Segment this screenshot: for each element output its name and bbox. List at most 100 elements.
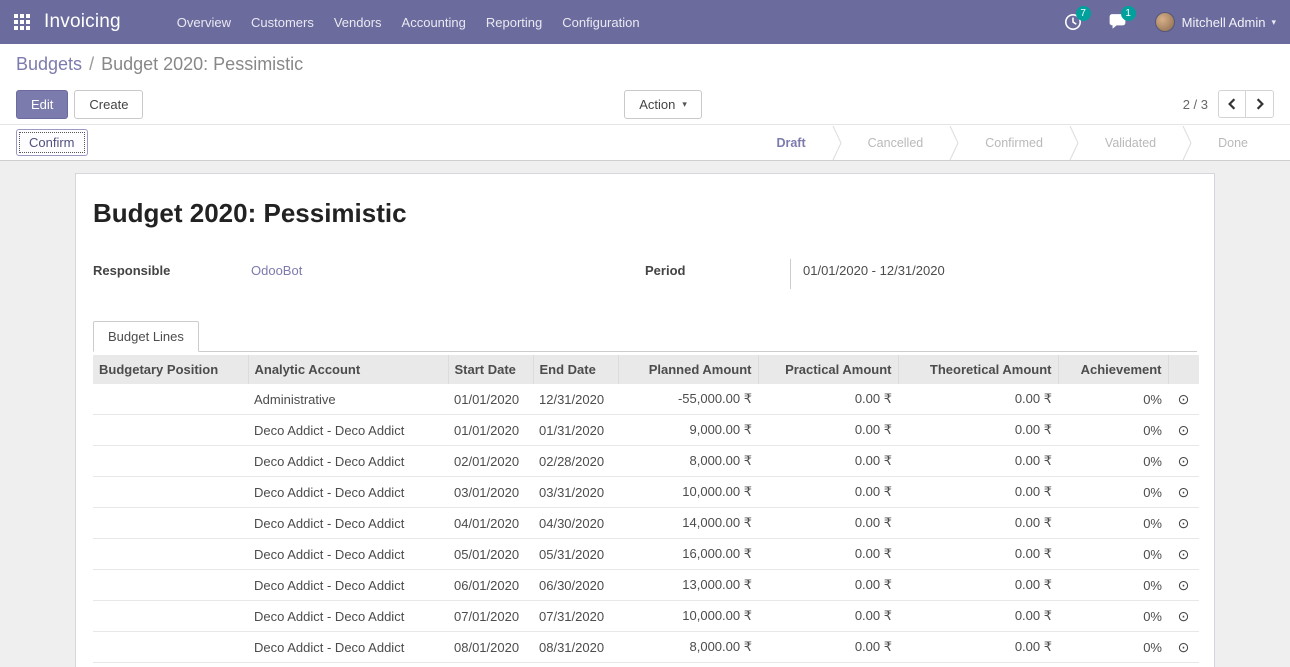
cell-end-date: 04/30/2020 <box>533 508 618 539</box>
col-header-practical-amount[interactable]: Practical Amount <box>758 355 898 384</box>
messages-menu[interactable]: 1 <box>1108 13 1127 31</box>
cell-achievement: 0% <box>1058 477 1168 508</box>
pager-value: 2 / 3 <box>1183 97 1208 112</box>
cell-budgetary-position <box>93 508 248 539</box>
budget-line-row[interactable]: Deco Addict - Deco Addict 02/01/2020 02/… <box>93 446 1199 477</box>
cell-achievement: 0% <box>1058 632 1168 663</box>
cell-theoretical-amount: 0.00 ₹ <box>898 384 1058 415</box>
cell-end-date: 07/31/2020 <box>533 601 618 632</box>
apps-grid-icon[interactable] <box>14 14 30 30</box>
cell-analytic-account: Deco Addict - Deco Addict <box>248 539 448 570</box>
cell-theoretical-amount: 0.00 ₹ <box>898 601 1058 632</box>
cell-theoretical-amount: 0.00 ₹ <box>898 415 1058 446</box>
create-button[interactable]: Create <box>74 90 143 119</box>
cell-practical-amount: 0.00 ₹ <box>758 663 898 667</box>
cell-theoretical-amount: 0.00 ₹ <box>898 508 1058 539</box>
tab-budget-lines[interactable]: Budget Lines <box>93 321 199 352</box>
statusbar: Confirm Draft Cancelled Confirmed Valida… <box>0 124 1290 161</box>
circled-dot-icon[interactable]: ⊙ <box>1168 570 1199 601</box>
nav-menus: Overview Customers Vendors Accounting Re… <box>177 15 660 30</box>
breadcrumb: Budgets / Budget 2020: Pessimistic <box>0 44 1290 84</box>
circled-dot-icon[interactable]: ⊙ <box>1168 415 1199 446</box>
cell-practical-amount: 0.00 ₹ <box>758 632 898 663</box>
nav-menu-configuration[interactable]: Configuration <box>562 15 639 30</box>
cell-achievement: 0% <box>1058 415 1168 446</box>
status-validated[interactable]: Validated <box>1079 136 1182 150</box>
col-header-planned-amount[interactable]: Planned Amount <box>618 355 758 384</box>
edit-button[interactable]: Edit <box>16 90 68 119</box>
nav-menu-reporting[interactable]: Reporting <box>486 15 542 30</box>
cell-budgetary-position <box>93 477 248 508</box>
nav-menu-vendors[interactable]: Vendors <box>334 15 382 30</box>
cell-achievement: 0% <box>1058 446 1168 477</box>
budget-line-row[interactable]: Deco Addict - Deco Addict 03/01/2020 03/… <box>93 477 1199 508</box>
cell-practical-amount: 0.00 ₹ <box>758 415 898 446</box>
status-confirmed[interactable]: Confirmed <box>959 136 1069 150</box>
cell-achievement: 0% <box>1058 508 1168 539</box>
budget-line-row[interactable]: Deco Addict - Deco Addict 06/01/2020 06/… <box>93 570 1199 601</box>
nav-menu-customers[interactable]: Customers <box>251 15 314 30</box>
budget-line-row[interactable]: Administrative 01/01/2020 12/31/2020 -55… <box>93 384 1199 415</box>
cell-start-date: 02/01/2020 <box>448 446 533 477</box>
breadcrumb-budgets-link[interactable]: Budgets <box>16 54 82 75</box>
circled-dot-icon[interactable]: ⊙ <box>1168 632 1199 663</box>
cell-planned-amount: 14,000.00 ₹ <box>618 508 758 539</box>
nav-menu-overview[interactable]: Overview <box>177 15 231 30</box>
circled-dot-icon[interactable]: ⊙ <box>1168 477 1199 508</box>
cell-analytic-account: Deco Addict - Deco Addict <box>248 508 448 539</box>
col-header-actions <box>1168 355 1199 384</box>
cell-practical-amount: 0.00 ₹ <box>758 570 898 601</box>
cell-start-date: 01/01/2020 <box>448 415 533 446</box>
cell-theoretical-amount: 0.00 ₹ <box>898 570 1058 601</box>
cell-theoretical-amount: 0.00 ₹ <box>898 539 1058 570</box>
circled-dot-icon[interactable]: ⊙ <box>1168 539 1199 570</box>
cell-practical-amount: 0.00 ₹ <box>758 477 898 508</box>
activity-menu[interactable]: 7 <box>1064 13 1082 31</box>
budget-line-row[interactable]: Deco Addict - Deco Addict 09/01/2020 09/… <box>93 663 1199 667</box>
cell-achievement: 0% <box>1058 601 1168 632</box>
pager-next-button[interactable] <box>1246 90 1274 118</box>
status-cancelled[interactable]: Cancelled <box>842 136 950 150</box>
app-name[interactable]: Invoicing <box>44 11 121 33</box>
col-header-analytic-account[interactable]: Analytic Account <box>248 355 448 384</box>
col-header-budgetary-position[interactable]: Budgetary Position <box>93 355 248 384</box>
cell-practical-amount: 0.00 ₹ <box>758 384 898 415</box>
nav-menu-accounting[interactable]: Accounting <box>402 15 466 30</box>
statusbar-states: Draft Cancelled Confirmed Validated Done <box>750 125 1274 160</box>
cell-analytic-account: Deco Addict - Deco Addict <box>248 601 448 632</box>
pager-previous-button[interactable] <box>1218 90 1246 118</box>
circled-dot-icon[interactable]: ⊙ <box>1168 446 1199 477</box>
circled-dot-icon[interactable]: ⊙ <box>1168 508 1199 539</box>
circled-dot-icon[interactable]: ⊙ <box>1168 601 1199 632</box>
cell-planned-amount: 16,000.00 ₹ <box>618 539 758 570</box>
cell-start-date: 05/01/2020 <box>448 539 533 570</box>
caret-down-icon: ▾ <box>682 99 687 110</box>
responsible-value-link[interactable]: OdooBot <box>251 259 302 278</box>
caret-down-icon: ▾ <box>1271 17 1276 28</box>
cell-end-date: 05/31/2020 <box>533 539 618 570</box>
budget-line-row[interactable]: Deco Addict - Deco Addict 05/01/2020 05/… <box>93 539 1199 570</box>
col-header-theoretical-amount[interactable]: Theoretical Amount <box>898 355 1058 384</box>
budget-line-row[interactable]: Deco Addict - Deco Addict 08/01/2020 08/… <box>93 632 1199 663</box>
cell-planned-amount: -55,000.00 ₹ <box>618 384 758 415</box>
budget-line-row[interactable]: Deco Addict - Deco Addict 04/01/2020 04/… <box>93 508 1199 539</box>
cell-start-date: 01/01/2020 <box>448 384 533 415</box>
budget-line-row[interactable]: Deco Addict - Deco Addict 07/01/2020 07/… <box>93 601 1199 632</box>
cell-budgetary-position <box>93 632 248 663</box>
circled-dot-icon[interactable]: ⊙ <box>1168 663 1199 667</box>
cell-achievement: 0% <box>1058 384 1168 415</box>
cell-practical-amount: 0.00 ₹ <box>758 539 898 570</box>
cell-planned-amount: 7,000.00 ₹ <box>618 663 758 667</box>
budget-line-row[interactable]: Deco Addict - Deco Addict 01/01/2020 01/… <box>93 415 1199 446</box>
status-draft[interactable]: Draft <box>750 136 831 150</box>
confirm-button[interactable]: Confirm <box>16 129 88 156</box>
circled-dot-icon[interactable]: ⊙ <box>1168 384 1199 415</box>
status-done[interactable]: Done <box>1192 136 1274 150</box>
col-header-achievement[interactable]: Achievement <box>1058 355 1168 384</box>
col-header-end-date[interactable]: End Date <box>533 355 618 384</box>
status-separator-icon <box>1069 125 1079 160</box>
user-menu[interactable]: Mitchell Admin ▾ <box>1155 12 1276 32</box>
cell-achievement: 0% <box>1058 663 1168 667</box>
col-header-start-date[interactable]: Start Date <box>448 355 533 384</box>
action-dropdown-button[interactable]: Action ▾ <box>624 90 702 119</box>
